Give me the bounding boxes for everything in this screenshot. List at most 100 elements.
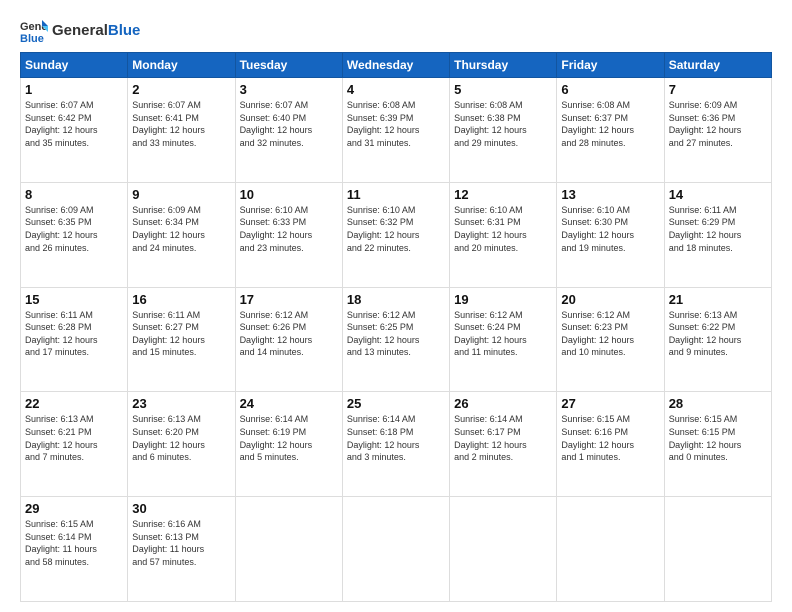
calendar-day-cell <box>235 497 342 602</box>
day-number: 19 <box>454 292 552 307</box>
day-number: 20 <box>561 292 659 307</box>
day-info: Sunrise: 6:12 AMSunset: 6:25 PMDaylight:… <box>347 310 420 358</box>
calendar-day-cell: 30 Sunrise: 6:16 AMSunset: 6:13 PMDayligh… <box>128 497 235 602</box>
day-number: 7 <box>669 82 767 97</box>
day-number: 23 <box>132 396 230 411</box>
calendar-week-row: 22Sunrise: 6:13 AMSunset: 6:21 PMDayligh… <box>21 392 772 497</box>
day-info: Sunrise: 6:11 AMSunset: 6:29 PMDaylight:… <box>669 205 742 253</box>
calendar-day-cell: 6Sunrise: 6:08 AMSunset: 6:37 PMDaylight… <box>557 78 664 183</box>
day-info: Sunrise: 6:11 AMSunset: 6:28 PMDaylight:… <box>25 310 98 358</box>
day-number: 9 <box>132 187 230 202</box>
day-info: Sunrise: 6:15 AMSunset: 6:16 PMDaylight:… <box>561 414 634 462</box>
day-number: 30 <box>132 501 230 516</box>
calendar-day-cell: 22Sunrise: 6:13 AMSunset: 6:21 PMDayligh… <box>21 392 128 497</box>
day-number: 25 <box>347 396 445 411</box>
calendar-day-cell: 20 Sunrise: 6:12 AMSunset: 6:23 PMDayligh… <box>557 287 664 392</box>
calendar-week-row: 1Sunrise: 6:07 AMSunset: 6:42 PMDaylight… <box>21 78 772 183</box>
day-info: Sunrise: 6:12 AMSunset: 6:24 PMDaylight:… <box>454 310 527 358</box>
calendar-day-cell: 18 Sunrise: 6:12 AMSunset: 6:25 PMDayligh… <box>342 287 449 392</box>
day-info: Sunrise: 6:10 AMSunset: 6:32 PMDaylight:… <box>347 205 420 253</box>
calendar-day-header: Thursday <box>450 53 557 78</box>
calendar-day-cell: 1Sunrise: 6:07 AMSunset: 6:42 PMDaylight… <box>21 78 128 183</box>
day-number: 11 <box>347 187 445 202</box>
day-info: Sunrise: 6:15 AMSunset: 6:15 PMDaylight:… <box>669 414 742 462</box>
day-info: Sunrise: 6:10 AMSunset: 6:30 PMDaylight:… <box>561 205 634 253</box>
calendar-day-cell: 16 Sunrise: 6:11 AMSunset: 6:27 PMDayligh… <box>128 287 235 392</box>
calendar-day-header: Friday <box>557 53 664 78</box>
calendar-week-row: 29 Sunrise: 6:15 AMSunset: 6:14 PMDayligh… <box>21 497 772 602</box>
day-info: Sunrise: 6:13 AMSunset: 6:20 PMDaylight:… <box>132 414 205 462</box>
day-info: Sunrise: 6:08 AMSunset: 6:38 PMDaylight:… <box>454 100 527 148</box>
calendar-day-cell: 26Sunrise: 6:14 AMSunset: 6:17 PMDayligh… <box>450 392 557 497</box>
day-number: 18 <box>347 292 445 307</box>
calendar-day-cell: 5 Sunrise: 6:08 AMSunset: 6:38 PMDaylight… <box>450 78 557 183</box>
calendar-day-cell: 25 Sunrise: 6:14 AMSunset: 6:18 PMDayligh… <box>342 392 449 497</box>
day-number: 24 <box>240 396 338 411</box>
calendar-table: SundayMondayTuesdayWednesdayThursdayFrid… <box>20 52 772 602</box>
calendar-day-cell: 28 Sunrise: 6:15 AMSunset: 6:15 PMDayligh… <box>664 392 771 497</box>
calendar-day-cell: 2 Sunrise: 6:07 AMSunset: 6:41 PMDaylight… <box>128 78 235 183</box>
page: General Blue GeneralBlue SundayMondayTue… <box>0 0 792 612</box>
day-number: 27 <box>561 396 659 411</box>
calendar-day-header: Monday <box>128 53 235 78</box>
day-info: Sunrise: 6:07 AMSunset: 6:42 PMDaylight:… <box>25 100 98 148</box>
calendar-week-row: 15Sunrise: 6:11 AMSunset: 6:28 PMDayligh… <box>21 287 772 392</box>
logo-general-text: General <box>52 22 108 39</box>
day-number: 17 <box>240 292 338 307</box>
day-info: Sunrise: 6:07 AMSunset: 6:40 PMDaylight:… <box>240 100 313 148</box>
day-info: Sunrise: 6:16 AMSunset: 6:13 PMDaylight:… <box>132 519 204 567</box>
day-info: Sunrise: 6:14 AMSunset: 6:18 PMDaylight:… <box>347 414 420 462</box>
day-info: Sunrise: 6:10 AMSunset: 6:33 PMDaylight:… <box>240 205 313 253</box>
day-number: 13 <box>561 187 659 202</box>
calendar-day-cell <box>557 497 664 602</box>
day-info: Sunrise: 6:11 AMSunset: 6:27 PMDaylight:… <box>132 310 205 358</box>
calendar-day-cell: 14 Sunrise: 6:11 AMSunset: 6:29 PMDayligh… <box>664 182 771 287</box>
calendar-day-cell: 15Sunrise: 6:11 AMSunset: 6:28 PMDayligh… <box>21 287 128 392</box>
svg-text:Blue: Blue <box>20 33 44 44</box>
day-info: Sunrise: 6:15 AMSunset: 6:14 PMDaylight:… <box>25 519 97 567</box>
day-number: 29 <box>25 501 123 516</box>
logo: General Blue GeneralBlue <box>20 16 140 44</box>
day-number: 28 <box>669 396 767 411</box>
day-number: 2 <box>132 82 230 97</box>
day-number: 16 <box>132 292 230 307</box>
calendar-day-cell: 9 Sunrise: 6:09 AMSunset: 6:34 PMDaylight… <box>128 182 235 287</box>
calendar-day-cell: 24 Sunrise: 6:14 AMSunset: 6:19 PMDayligh… <box>235 392 342 497</box>
calendar-day-cell: 23 Sunrise: 6:13 AMSunset: 6:20 PMDayligh… <box>128 392 235 497</box>
day-info: Sunrise: 6:14 AMSunset: 6:19 PMDaylight:… <box>240 414 313 462</box>
day-number: 5 <box>454 82 552 97</box>
calendar-day-cell <box>664 497 771 602</box>
day-info: Sunrise: 6:13 AMSunset: 6:22 PMDaylight:… <box>669 310 742 358</box>
calendar-day-header: Tuesday <box>235 53 342 78</box>
calendar-day-cell: 29 Sunrise: 6:15 AMSunset: 6:14 PMDayligh… <box>21 497 128 602</box>
calendar-day-cell: 4Sunrise: 6:08 AMSunset: 6:39 PMDaylight… <box>342 78 449 183</box>
logo-blue-text: Blue <box>108 22 141 39</box>
day-info: Sunrise: 6:08 AMSunset: 6:39 PMDaylight:… <box>347 100 420 148</box>
calendar-day-cell: 7Sunrise: 6:09 AMSunset: 6:36 PMDaylight… <box>664 78 771 183</box>
day-info: Sunrise: 6:07 AMSunset: 6:41 PMDaylight:… <box>132 100 205 148</box>
calendar-day-cell: 11 Sunrise: 6:10 AMSunset: 6:32 PMDayligh… <box>342 182 449 287</box>
day-info: Sunrise: 6:09 AMSunset: 6:35 PMDaylight:… <box>25 205 98 253</box>
day-number: 21 <box>669 292 767 307</box>
calendar-day-header: Sunday <box>21 53 128 78</box>
calendar-day-cell: 13 Sunrise: 6:10 AMSunset: 6:30 PMDayligh… <box>557 182 664 287</box>
day-number: 3 <box>240 82 338 97</box>
day-info: Sunrise: 6:09 AMSunset: 6:34 PMDaylight:… <box>132 205 205 253</box>
day-info: Sunrise: 6:08 AMSunset: 6:37 PMDaylight:… <box>561 100 634 148</box>
day-number: 14 <box>669 187 767 202</box>
calendar-header-row: SundayMondayTuesdayWednesdayThursdayFrid… <box>21 53 772 78</box>
calendar-day-cell: 27 Sunrise: 6:15 AMSunset: 6:16 PMDayligh… <box>557 392 664 497</box>
calendar-day-header: Saturday <box>664 53 771 78</box>
calendar-week-row: 8 Sunrise: 6:09 AMSunset: 6:35 PMDaylight… <box>21 182 772 287</box>
logo-icon: General Blue <box>20 16 48 44</box>
calendar-day-cell: 19 Sunrise: 6:12 AMSunset: 6:24 PMDayligh… <box>450 287 557 392</box>
day-number: 22 <box>25 396 123 411</box>
day-info: Sunrise: 6:10 AMSunset: 6:31 PMDaylight:… <box>454 205 527 253</box>
day-number: 12 <box>454 187 552 202</box>
day-number: 8 <box>25 187 123 202</box>
calendar-day-cell: 17Sunrise: 6:12 AMSunset: 6:26 PMDayligh… <box>235 287 342 392</box>
calendar-day-cell <box>342 497 449 602</box>
header: General Blue GeneralBlue <box>20 16 772 44</box>
day-info: Sunrise: 6:12 AMSunset: 6:23 PMDaylight:… <box>561 310 634 358</box>
day-number: 10 <box>240 187 338 202</box>
